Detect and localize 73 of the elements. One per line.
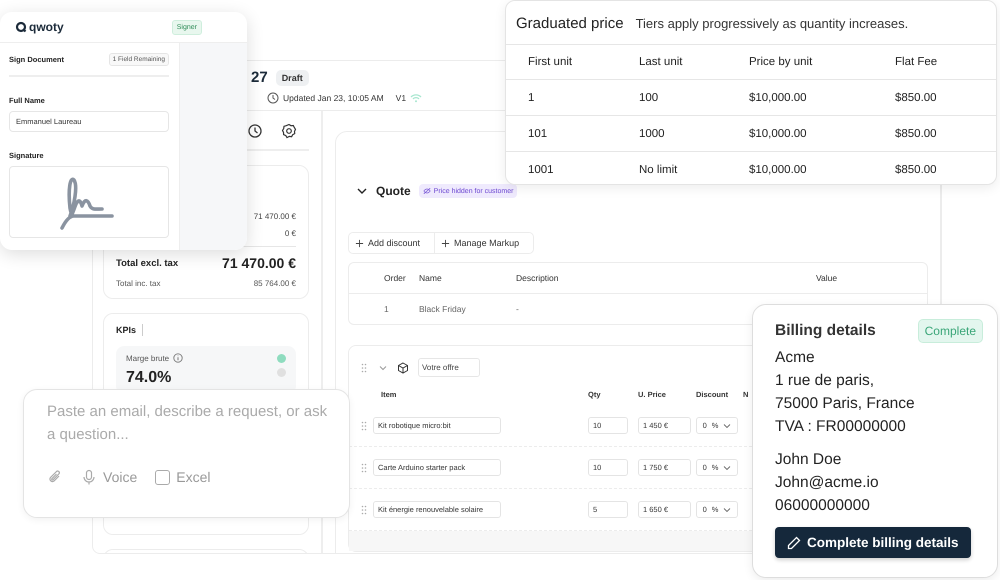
address-line: Acme — [775, 348, 816, 368]
table-cell-text: 100 — [639, 92, 660, 104]
address-line: 1 rue de paris, — [775, 371, 876, 391]
info-icon — [173, 353, 184, 363]
kpi-label: Marge brute — [126, 354, 170, 362]
box-icon — [397, 362, 409, 374]
logo: qwoty — [15, 20, 64, 34]
column-header: Order — [383, 273, 407, 283]
kpi-title: KPIs — [116, 325, 136, 335]
signature-field[interactable] — [9, 166, 169, 238]
contact-line: John@acme.io — [775, 473, 880, 493]
table-cell-text: $10,000.00 — [749, 164, 808, 176]
column-header: First unit — [528, 56, 574, 68]
plus-icon — [441, 238, 450, 248]
kpi-value: 74.0% — [126, 369, 172, 387]
total-value: 85 764.00 € — [254, 279, 296, 288]
drag-handle-icon[interactable] — [359, 420, 369, 430]
microphone-icon — [81, 469, 97, 485]
table-cell-text: 1 — [383, 304, 390, 314]
table-cell-text: Black Friday — [419, 304, 467, 314]
address-line: 75000 Paris, France — [775, 394, 916, 414]
table-cell-text: 1 — [528, 92, 536, 104]
clock-icon — [267, 92, 279, 104]
table-cell-text: 1001 — [528, 164, 555, 176]
column-header: Name — [419, 273, 443, 283]
column-header: Last unit — [639, 56, 684, 68]
table-cell-text: 1000 — [639, 128, 666, 140]
status-badge: Draft — [276, 70, 309, 86]
drag-handle-icon[interactable] — [359, 362, 369, 372]
page-dot[interactable] — [277, 354, 286, 363]
drag-handle-icon[interactable] — [359, 462, 369, 472]
plus-icon — [355, 238, 364, 248]
eye-off-icon — [422, 187, 431, 195]
table-cell-text: No limit — [639, 164, 678, 176]
total-value: 71 470.00 € — [222, 255, 296, 271]
status-badge: Complete — [918, 319, 983, 343]
paperclip-icon[interactable] — [47, 469, 63, 485]
total-label: Total excl. tax — [116, 258, 178, 268]
column-header: Value — [816, 273, 838, 283]
chevron-down-icon — [723, 506, 732, 514]
amount-text: 0 € — [284, 229, 296, 238]
chevron-down-icon — [723, 422, 732, 430]
offer-name-field[interactable]: Votre offre — [418, 358, 480, 377]
wifi-icon — [410, 92, 422, 104]
quote-title: Quote — [376, 184, 411, 198]
total-label: Total inc. tax — [116, 279, 160, 288]
contact-line: 06000000000 — [775, 496, 871, 516]
table-cell-text: $10,000.00 — [749, 128, 808, 140]
history-icon[interactable] — [247, 123, 263, 139]
card-title: Billing details — [775, 322, 876, 340]
table-cell-text: 101 — [528, 128, 548, 140]
version-text: V1 — [396, 93, 406, 103]
contact-line: John Doe — [775, 450, 842, 470]
card-subtitle: Tiers apply progressively as quantity increases. — [636, 16, 908, 31]
address-line: TVA : FR00000000 — [775, 417, 907, 437]
pencil-icon — [787, 536, 801, 550]
table-cell-text: $10,000.00 — [749, 92, 808, 104]
column-header: Flat Fee — [895, 56, 938, 68]
card-title: Graduated price — [516, 15, 624, 32]
updated-text: Updated Jan 23, 10:05 AM — [283, 93, 384, 103]
chevron-down-icon — [723, 464, 732, 472]
table-cell: $850.00 — [895, 92, 937, 104]
complete-billing-button[interactable]: Complete billing details — [775, 527, 971, 558]
page-dot[interactable] — [277, 368, 286, 377]
drag-handle-icon[interactable] — [359, 504, 369, 514]
table-cell: $850.00 — [895, 164, 937, 176]
table-cell-text: - — [516, 304, 520, 314]
settings-icon[interactable] — [281, 123, 297, 139]
column-header: Description — [516, 273, 560, 283]
table-cell: $850.00 — [895, 128, 937, 140]
document-title: 27 — [251, 69, 268, 86]
amount-text: 71 470.00 € — [254, 212, 296, 221]
column-header: Price by unit — [749, 56, 814, 68]
